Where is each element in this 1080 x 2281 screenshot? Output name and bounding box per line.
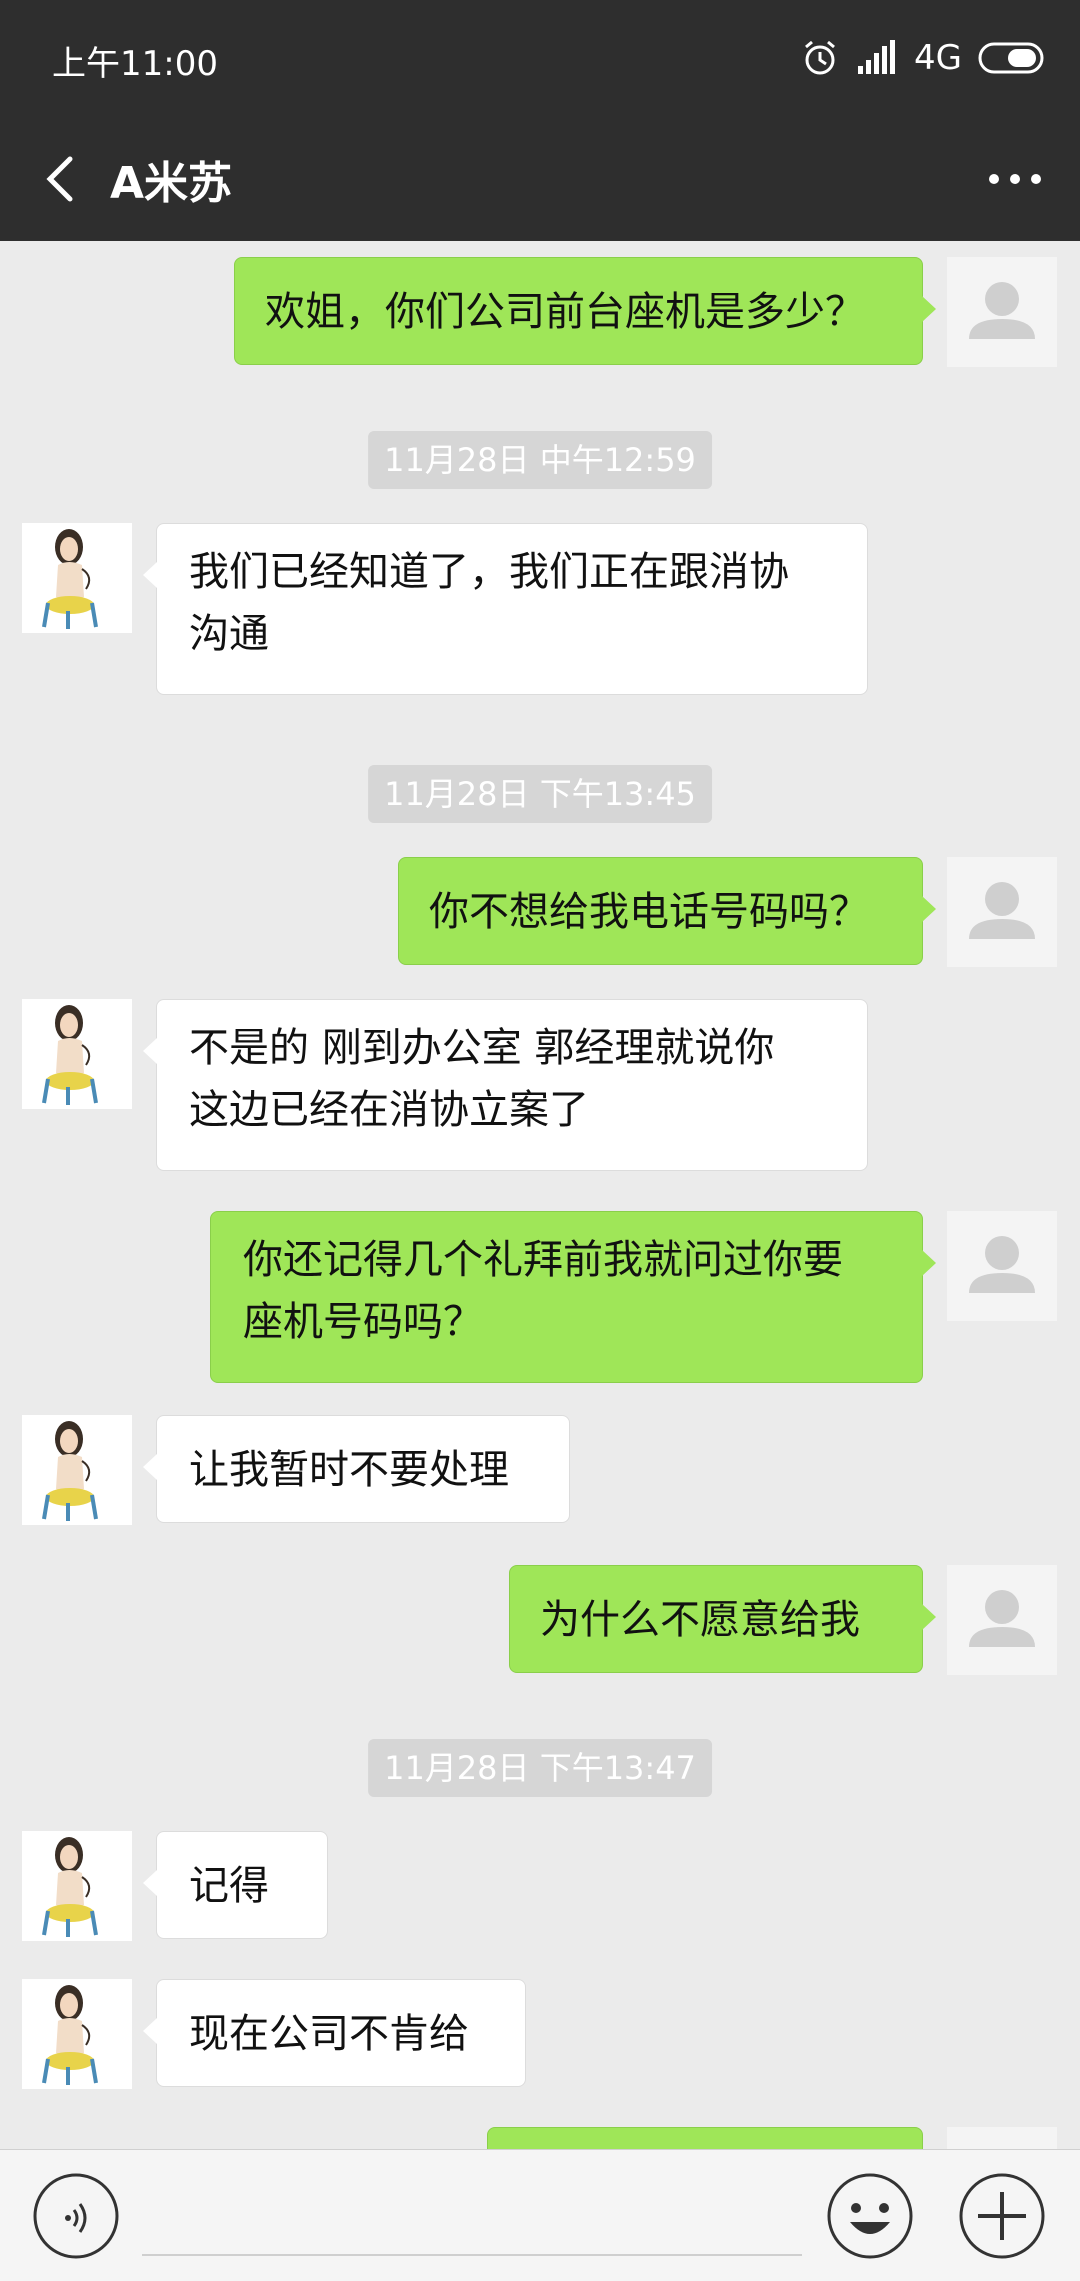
network-type: 4G	[914, 38, 962, 78]
alarm-icon	[805, 40, 835, 75]
status-bar: 上午11:00 4G	[0, 0, 1080, 117]
message-list[interactable]: 欢姐，你们公司前台座机是多少？ 11月28日 中午12:59 我们已经知道了，我…	[0, 241, 1080, 2149]
message-text: 现在公司不肯给	[189, 2011, 469, 2057]
message-text-line: 座机号码吗？	[243, 1299, 483, 1345]
message-input[interactable]	[142, 2254, 802, 2256]
message-bubble-outgoing[interactable]: 为什么不愿意给我	[509, 1565, 936, 1673]
message-text-line: 我们已经知道了，我们正在跟消协	[189, 549, 789, 595]
chat-title: A米苏	[110, 158, 233, 209]
message-bubble-outgoing[interactable]: 你不想给我电话号码吗？	[398, 857, 936, 965]
signal-icon	[858, 40, 896, 74]
avatar-contact[interactable]	[22, 1979, 132, 2089]
message-bubble-outgoing-partial[interactable]	[487, 2127, 923, 2149]
message-text-line: 这边已经在消协立案了	[189, 1087, 589, 1133]
avatar-self[interactable]	[947, 857, 1057, 967]
emoji-icon[interactable]	[826, 2172, 914, 2260]
chat-header: A米苏	[0, 117, 1080, 241]
message-text: 欢姐，你们公司前台座机是多少？	[265, 289, 865, 335]
status-icons: 4G	[800, 34, 1048, 82]
avatar-self[interactable]	[947, 257, 1057, 367]
voice-icon[interactable]	[32, 2172, 120, 2260]
avatar-self[interactable]	[947, 1211, 1057, 1321]
chevron-left-icon[interactable]	[32, 145, 92, 211]
input-bar	[0, 2149, 1080, 2281]
timestamp: 11月28日 下午13:47	[368, 1739, 712, 1797]
more-dots-icon[interactable]	[980, 149, 1050, 209]
message-bubble-incoming[interactable]: 让我暂时不要处理	[143, 1415, 570, 1523]
message-text-line: 你还记得几个礼拜前我就问过你要	[243, 1237, 843, 1283]
timestamp: 11月28日 中午12:59	[368, 431, 712, 489]
message-bubble-incoming[interactable]: 记得	[143, 1831, 328, 1939]
avatar-contact[interactable]	[22, 1415, 132, 1525]
battery-icon	[978, 42, 1044, 74]
plus-icon[interactable]	[958, 2172, 1046, 2260]
status-time: 上午11:00	[52, 44, 218, 84]
message-text: 让我暂时不要处理	[189, 1447, 509, 1493]
message-text: 为什么不愿意给我	[540, 1597, 860, 1643]
message-text-line: 不是的 刚到办公室 郭经理就说你	[189, 1025, 775, 1071]
message-text-line: 沟通	[189, 611, 269, 657]
avatar-contact[interactable]	[22, 999, 132, 1109]
message-text: 你不想给我电话号码吗？	[429, 889, 869, 935]
avatar-contact[interactable]	[22, 1831, 132, 1941]
avatar-contact[interactable]	[22, 523, 132, 633]
message-text: 记得	[189, 1863, 269, 1909]
message-bubble-incoming[interactable]: 我们已经知道了，我们正在跟消协 沟通	[143, 523, 868, 695]
message-bubble-incoming[interactable]: 现在公司不肯给	[143, 1979, 526, 2087]
message-bubble-outgoing[interactable]: 欢姐，你们公司前台座机是多少？	[234, 257, 936, 365]
message-bubble-incoming[interactable]: 不是的 刚到办公室 郭经理就说你 这边已经在消协立案了	[143, 999, 868, 1171]
avatar-self[interactable]	[947, 1565, 1057, 1675]
message-bubble-outgoing[interactable]: 你还记得几个礼拜前我就问过你要 座机号码吗？	[210, 1211, 936, 1383]
timestamp: 11月28日 下午13:45	[368, 765, 712, 823]
avatar-self-partial	[947, 2127, 1057, 2149]
